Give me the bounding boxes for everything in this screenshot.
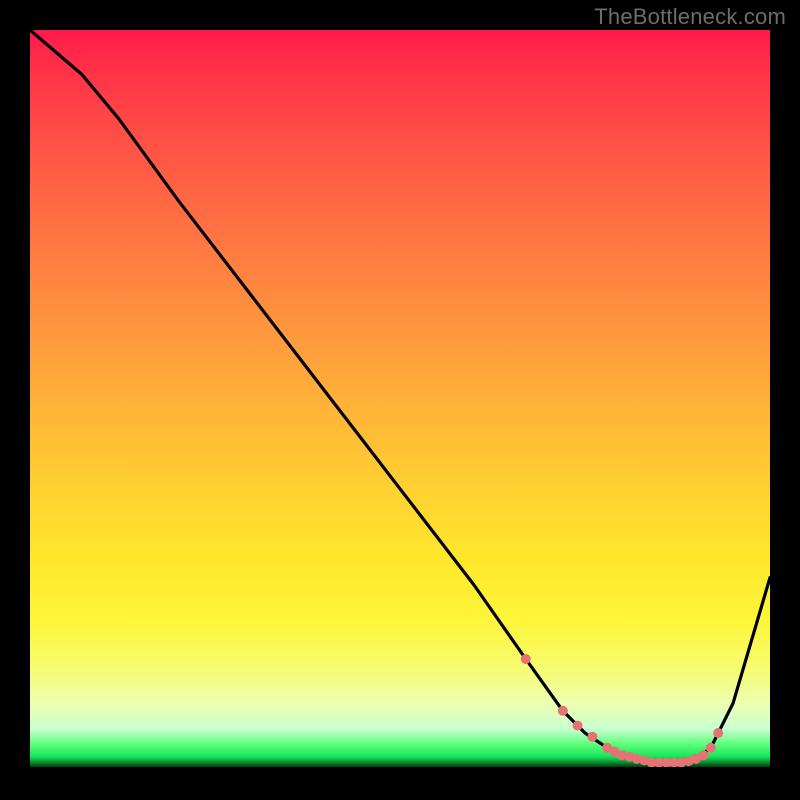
curve-markers bbox=[521, 654, 723, 768]
marker-dot bbox=[558, 706, 568, 716]
axis-baseline bbox=[30, 767, 770, 770]
bottleneck-curve bbox=[30, 30, 770, 763]
marker-dot bbox=[573, 721, 583, 731]
marker-dot bbox=[706, 743, 716, 753]
marker-dot bbox=[521, 654, 531, 664]
marker-dot bbox=[698, 750, 708, 760]
chart-container: TheBottleneck.com bbox=[0, 0, 800, 800]
marker-dot bbox=[713, 728, 723, 738]
marker-dot bbox=[587, 732, 597, 742]
curve-layer bbox=[30, 30, 770, 770]
watermark-text: TheBottleneck.com bbox=[594, 4, 786, 30]
plot-area bbox=[30, 30, 770, 770]
